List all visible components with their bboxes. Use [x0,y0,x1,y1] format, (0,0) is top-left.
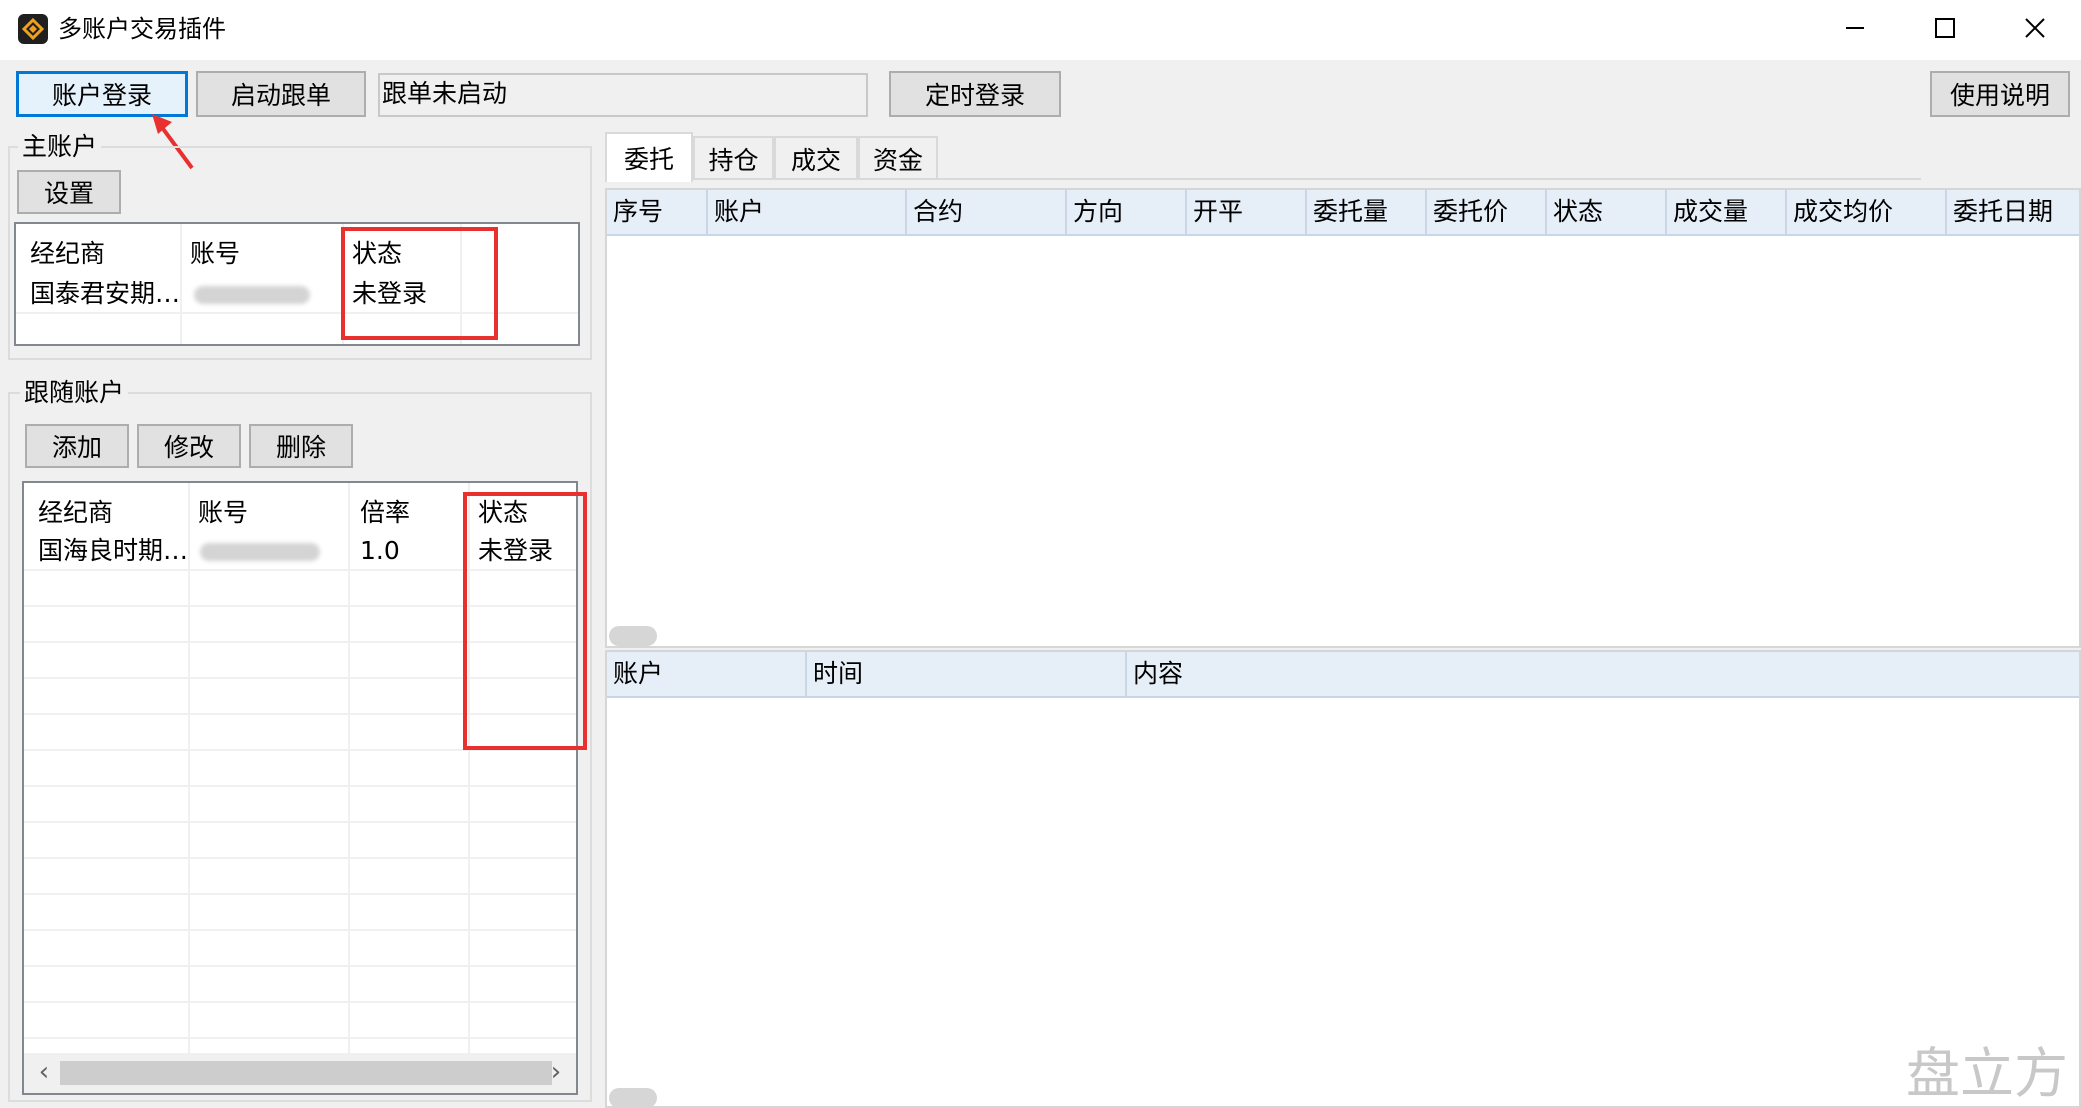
timed-login-button[interactable]: 定时登录 [889,71,1061,117]
scroll-right-icon[interactable]: › [544,1057,568,1087]
column-header-filled-qty[interactable]: 成交量 [1667,190,1787,236]
highlight-box-main-status [341,227,498,340]
minimize-button[interactable] [1810,0,1900,60]
scroll-left-icon[interactable]: ‹ [32,1057,56,1087]
login-button[interactable]: 账户登录 [16,71,188,117]
column-header-account[interactable]: 账户 [607,652,807,698]
maximize-icon [1934,17,1956,43]
tab-positions[interactable]: 持仓 [693,136,774,180]
broker-cell: 国泰君安期… [30,279,178,308]
main-account-label: 主账户 [18,132,102,162]
minimize-icon [1844,17,1866,43]
edit-account-button[interactable]: 修改 [137,424,241,468]
add-account-button[interactable]: 添加 [25,424,129,468]
column-header-status[interactable]: 状态 [1547,190,1667,236]
tab-funds[interactable]: 资金 [858,136,938,180]
close-icon [2024,17,2046,43]
account-cell-blurred [194,286,310,304]
column-header-direction[interactable]: 方向 [1067,190,1187,236]
column-header-account[interactable]: 账号 [198,495,248,531]
column-header-account[interactable]: 账户 [708,190,907,236]
app-logo-icon [18,14,48,44]
delete-account-button[interactable]: 删除 [249,424,353,468]
orders-table[interactable]: 序号 账户 合约 方向 开平 委托量 委托价 状态 成交量 成交均价 委托日期 [605,188,2081,648]
title-bar: 多账户交易插件 [0,0,2081,60]
column-header-order-date[interactable]: 委托日期 [1947,190,2079,236]
column-header-broker[interactable]: 经纪商 [38,495,113,531]
scrollbar-thumb[interactable] [609,1088,657,1106]
close-button[interactable] [1990,0,2080,60]
column-header-time[interactable]: 时间 [807,652,1127,698]
help-button[interactable]: 使用说明 [1930,71,2070,117]
scrollbar-thumb[interactable] [609,626,657,646]
maximize-button[interactable] [1900,0,1990,60]
column-header-account[interactable]: 账号 [190,236,240,272]
column-header-broker[interactable]: 经纪商 [30,236,105,272]
horizontal-scrollbar[interactable]: ‹ › [24,1053,576,1093]
settings-button[interactable]: 设置 [17,170,121,214]
highlight-box-follow-status [463,492,587,750]
column-header-order-price[interactable]: 委托价 [1427,190,1547,236]
column-header-order-qty[interactable]: 委托量 [1307,190,1427,236]
log-table[interactable]: 账户 时间 内容 [605,650,2081,1108]
watermark-text: 盘立方 [1906,1042,2068,1105]
window-title: 多账户交易插件 [58,15,226,43]
follow-account-label: 跟随账户 [20,378,129,408]
tab-orders[interactable]: 委托 [605,132,693,182]
scrollbar-thumb[interactable] [60,1061,552,1085]
follow-status-field: 跟单未启动 [378,73,868,117]
column-header-content[interactable]: 内容 [1127,652,2079,698]
column-header-open-close[interactable]: 开平 [1187,190,1307,236]
start-follow-button[interactable]: 启动跟单 [196,71,366,117]
tab-trades[interactable]: 成交 [774,136,858,180]
column-header-contract[interactable]: 合约 [907,190,1067,236]
column-header-ratio[interactable]: 倍率 [360,495,410,531]
column-header-index[interactable]: 序号 [607,190,708,236]
account-cell-blurred [200,543,320,561]
broker-cell: 国海良时期… [38,536,186,565]
tab-strip-line [605,178,1921,180]
ratio-cell: 1.0 [360,536,400,565]
column-header-avg-price[interactable]: 成交均价 [1787,190,1947,236]
